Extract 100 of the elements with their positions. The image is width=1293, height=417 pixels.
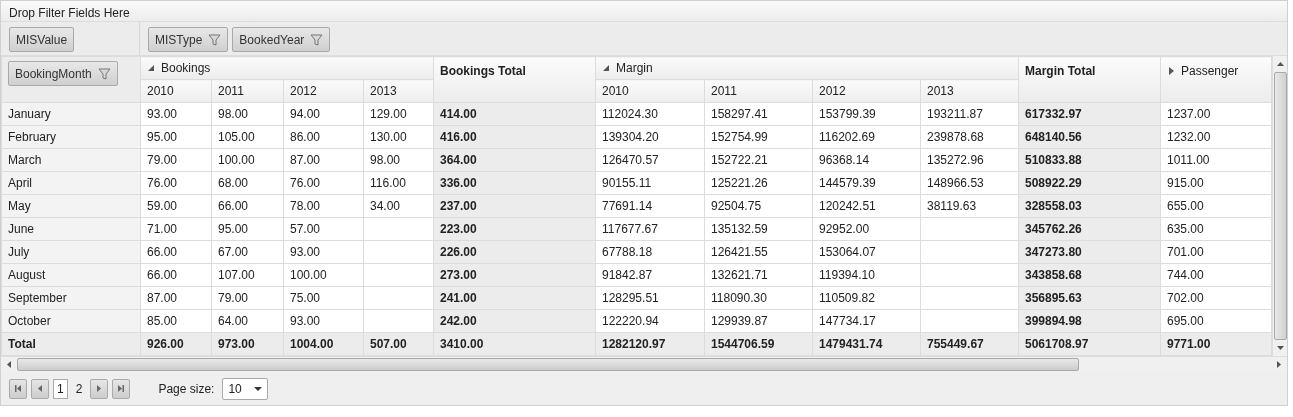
table-cell: 34.00 [363,194,434,218]
table-cell: 364.00 [433,148,596,172]
table-cell: 95.00 [140,125,212,149]
row-header: October [1,309,141,333]
table-cell: 343858.68 [1018,263,1161,287]
scroll-up-icon[interactable] [1276,62,1284,66]
last-page-button[interactable] [112,378,131,399]
table-cell: 273.00 [433,263,596,287]
table-cell: 95.00 [211,217,284,241]
expand-triangle-icon[interactable] [1167,67,1175,75]
funnel-icon [97,67,111,80]
table-cell: 93.00 [283,240,364,264]
table-cell: 76.00 [283,171,364,195]
table-cell: 1011.00 [1160,148,1272,172]
data-field-button[interactable]: MISValue [9,27,75,52]
collapse-triangle-icon[interactable] [602,64,610,72]
table-cell: 71.00 [140,217,212,241]
last-page-icon [117,384,126,393]
table-cell: 119394.10 [812,263,921,287]
table-cell: 112024.30 [595,102,705,126]
table-cell: 1232.00 [1160,125,1272,149]
table-cell: 508922.29 [1018,171,1161,195]
table-cell: 126470.57 [595,148,705,172]
table-cell: 701.00 [1160,240,1272,264]
filter-drop-area: Drop Filter Fields Here [1,1,1287,22]
table-cell: 75.00 [283,286,364,310]
scroll-thumb[interactable] [17,358,1079,371]
table-cell: 125221.26 [704,171,813,195]
table-cell: 68.00 [211,171,284,195]
row-header: July [1,240,141,264]
scroll-down-icon[interactable] [1276,346,1284,350]
funnel-icon [310,33,324,46]
table-cell: 241.00 [433,286,596,310]
column-header[interactable]: Margin [602,59,653,77]
row-header: May [1,194,141,218]
table-cell: 100.00 [283,263,364,287]
table-cell: 135272.96 [920,148,1019,172]
table-cell: 399894.98 [1018,309,1161,333]
row-header: June [1,217,141,241]
page-link[interactable]: 2 [71,378,87,399]
table-cell: 91842.87 [595,263,705,287]
table-cell: 67.00 [211,240,284,264]
table-cell: 78.00 [283,194,364,218]
table-cell: 59.00 [140,194,212,218]
scroll-right-icon[interactable] [1277,361,1281,368]
table-cell: 116.00 [363,171,434,195]
table-cell: 126421.55 [704,240,813,264]
table-cell: 79.00 [211,286,284,310]
table-cell: 93.00 [140,102,212,126]
table-cell: 67788.18 [595,240,705,264]
table-cell: 118090.30 [704,286,813,310]
table-cell: 86.00 [283,125,364,149]
table-cell: 130.00 [363,125,434,149]
table-cell: 128295.51 [595,286,705,310]
scroll-thumb[interactable] [1273,72,1287,340]
scroll-left-icon[interactable] [7,361,11,368]
total-row-label: Total [1,332,141,356]
table-cell: 79.00 [140,148,212,172]
table-cell: 66.00 [140,240,212,264]
table-cell: 635.00 [1160,217,1272,241]
page-link[interactable]: 1 [53,378,68,399]
table-cell: 129939.87 [704,309,813,333]
total-cell: 1544706.59 [704,332,813,356]
table-cell: 66.00 [211,194,284,218]
row-header: August [1,263,141,287]
collapse-triangle-icon[interactable] [147,64,155,72]
table-cell: 695.00 [1160,309,1272,333]
row-header: September [1,286,141,310]
table-cell: 153064.07 [812,240,921,264]
total-cell: 3410.00 [433,332,596,356]
row-field-button[interactable]: BookingMonth [8,61,118,86]
first-page-button[interactable] [9,378,27,399]
next-page-button[interactable] [90,378,109,399]
table-cell: 347273.80 [1018,240,1161,264]
table-cell: 98.00 [211,102,284,126]
total-header: Bookings Total [433,56,596,103]
table-cell: 98.00 [363,148,434,172]
table-cell: 92952.00 [812,217,921,241]
table-cell: 135132.59 [704,217,813,241]
table-cell: 414.00 [433,102,596,126]
column-field-button[interactable]: MISType [148,27,229,52]
column-header[interactable]: Bookings [147,59,211,77]
table-cell: 77691.14 [595,194,705,218]
previous-page-button[interactable] [31,378,49,399]
table-cell: 328558.03 [1018,194,1161,218]
table-cell: 237.00 [433,194,596,218]
total-cell: 9771.00 [1160,332,1272,356]
table-cell: 648140.56 [1018,125,1161,149]
table-cell: 915.00 [1160,171,1272,195]
first-page-icon [14,384,22,393]
table-cell: 110509.82 [812,286,921,310]
caret-icon [254,386,263,391]
table-cell: 617332.97 [1018,102,1161,126]
table-cell: 144579.39 [812,171,921,195]
table-cell: 345762.26 [1018,217,1161,241]
vertical-scrollbar[interactable] [1272,56,1287,356]
horizontal-scrollbar[interactable] [1,356,1287,372]
table-cell: 57.00 [283,217,364,241]
page-size-dropdown[interactable]: 10 [222,377,269,400]
column-field-button[interactable]: BookedYear [232,27,331,52]
